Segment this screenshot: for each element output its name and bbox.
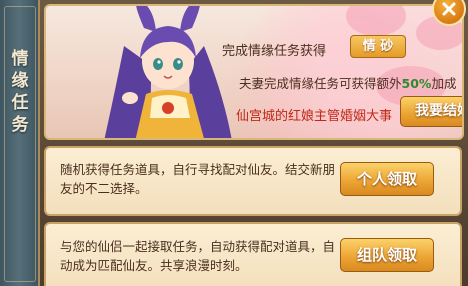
task-description: 与您的仙侣一起接取任务，自动获得配对道具，自动成为匹配仙友。共享浪漫时刻。 <box>60 239 336 273</box>
task-description: 随机获得任务道具，自行寻找配对仙友。结交新朋友的不二选择。 <box>60 162 336 196</box>
solo-task-card: 随机获得任务道具，自行寻找配对仙友。结交新朋友的不二选择。 个人领取 <box>44 146 462 216</box>
bonus-suffix: 加成 <box>431 76 457 91</box>
blossom-decoration <box>346 6 406 36</box>
matchmaker-character-illustration <box>104 6 232 138</box>
bonus-percent: 50% <box>401 76 432 91</box>
claim-team-button[interactable]: 组队领取 <box>340 238 434 272</box>
quest-window: 情 缘 任 务 完成情缘任务获得 情 砂 夫妻完成情缘任务可获得额外50%加成 … <box>0 0 468 286</box>
title-char: 任 <box>11 93 29 113</box>
claim-solo-button[interactable]: 个人领取 <box>340 162 434 196</box>
window-title: 情 缘 任 务 <box>0 48 40 136</box>
team-task-card: 与您的仙侣一起接取任务，自动获得配对道具，自动成为匹配仙友。共享浪漫时刻。 组队… <box>44 222 462 286</box>
title-char: 务 <box>11 115 29 135</box>
close-icon <box>442 2 456 16</box>
title-char: 情 <box>11 49 29 69</box>
side-title-column: 情 缘 任 务 <box>0 0 40 286</box>
marry-button[interactable]: 我要结婚 <box>400 96 462 127</box>
title-char: 缘 <box>11 71 29 91</box>
qingsha-reward-button[interactable]: 情 砂 <box>350 35 406 58</box>
matchmaker-hint: 仙宫城的红娘主管婚姻大事 <box>236 109 393 124</box>
reward-description: 完成情缘任务获得 <box>222 44 327 59</box>
info-banner: 完成情缘任务获得 情 砂 夫妻完成情缘任务可获得额外50%加成 仙宫城的红娘主管… <box>44 4 464 140</box>
bonus-prefix: 夫妻完成情缘任务可获得额外 <box>239 76 402 91</box>
couple-bonus-text: 夫妻完成情缘任务可获得额外50%加成 <box>239 73 456 92</box>
